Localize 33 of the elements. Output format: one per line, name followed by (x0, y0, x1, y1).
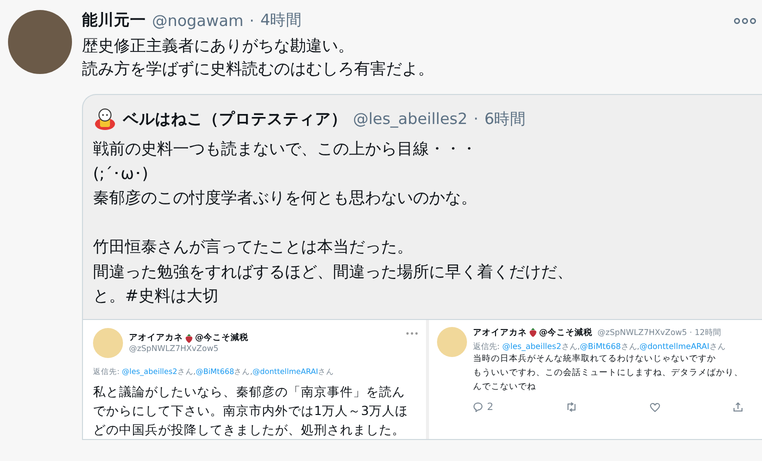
screenshot-author-name: アオイアカネ (473, 326, 527, 338)
retweet-icon (566, 402, 578, 412)
separator: · (473, 110, 478, 128)
quoted-author-name[interactable]: ベルはねこ（プロテスティア） (123, 108, 347, 130)
quoted-author-handle[interactable]: @les_abeilles2 (353, 110, 468, 128)
quoted-tweet-text: 戦前の史料一つも読まないで、この上から目線・・・ (;´･ω･) 秦郁彦のこの忖度学者ぶりを何とも思わないのかな。 (93, 138, 478, 209)
reply-count: 2 (487, 402, 494, 412)
bird-avatar-icon (93, 328, 123, 358)
like-icon (650, 402, 660, 412)
quoted-tweet-time[interactable]: 6時間 (484, 108, 526, 130)
more-icon[interactable] (734, 18, 756, 24)
bird-avatar-icon (437, 326, 467, 356)
screenshot-author-name: アオイアカネ (129, 332, 183, 344)
screenshot-author-name-suffix: @今こそ減税 (539, 326, 592, 338)
tweet-screenshot[interactable]: アオイアカネ @今こそ減税 @zSpNWLZ7HXvZow5 · 12時間 返信先: @les_abeilles2 さん,@BiMt668さん,@donttellmeARAI さん 当時の日本兵がそんな統率取れてるわけないじゃないですか もういいですわ、この会話ミュートにしますね、デタラメばかり、 んでこないでね 2 (429, 320, 762, 438)
quoted-tweet-text: 竹田恒泰さんが言ってたことは本当だった。 間違った勉強をすればするほど、間違った場所に早く着くだけだ、 と。#史料は大切 (93, 236, 574, 307)
share-icon (733, 402, 743, 412)
tweet-time[interactable]: 4時間 (260, 10, 302, 31)
author-name[interactable]: 能川元一 (82, 10, 146, 31)
more-icon (406, 332, 418, 334)
quoted-tweet-card[interactable] (82, 94, 762, 440)
screenshot-tweet-text: 当時の日本兵がそんな統率取れてるわけないじゃないですか もういいですわ、この会話ミュートにしますね、デタラメばかり、 んでこないでね (473, 352, 743, 394)
reply-to-text: 返信先: @les_abeilles2 さん,@BiMt668さん,@donttellmeARAI さん (473, 340, 726, 352)
reply-icon (473, 402, 483, 412)
screenshot-author-handle: @zSpNWLZ7HXvZow5 (129, 344, 220, 353)
strawberry-icon (529, 328, 537, 337)
author-handle[interactable]: @nogawam (152, 12, 244, 30)
screenshot-tweet-text: 私と議論がしたいなら、秦郁彦の「南京事件」を読ん でからにして下さい。南京市内外では1万人～3万人ほ どの中国兵が投降してきましたが、処刑されました。 (93, 382, 409, 438)
tweet-text: 歴史修正主義者にありがちな勘違い。 読み方を学ばずに史料読むのはむしろ有害だよ。 (82, 35, 435, 80)
screenshot-author-meta: @zSpNWLZ7HXvZow5 · 12時間 (598, 327, 721, 338)
strawberry-icon (185, 334, 193, 342)
separator: · (249, 12, 254, 30)
screenshot-author-name-suffix: @今こそ減税 (195, 332, 248, 344)
